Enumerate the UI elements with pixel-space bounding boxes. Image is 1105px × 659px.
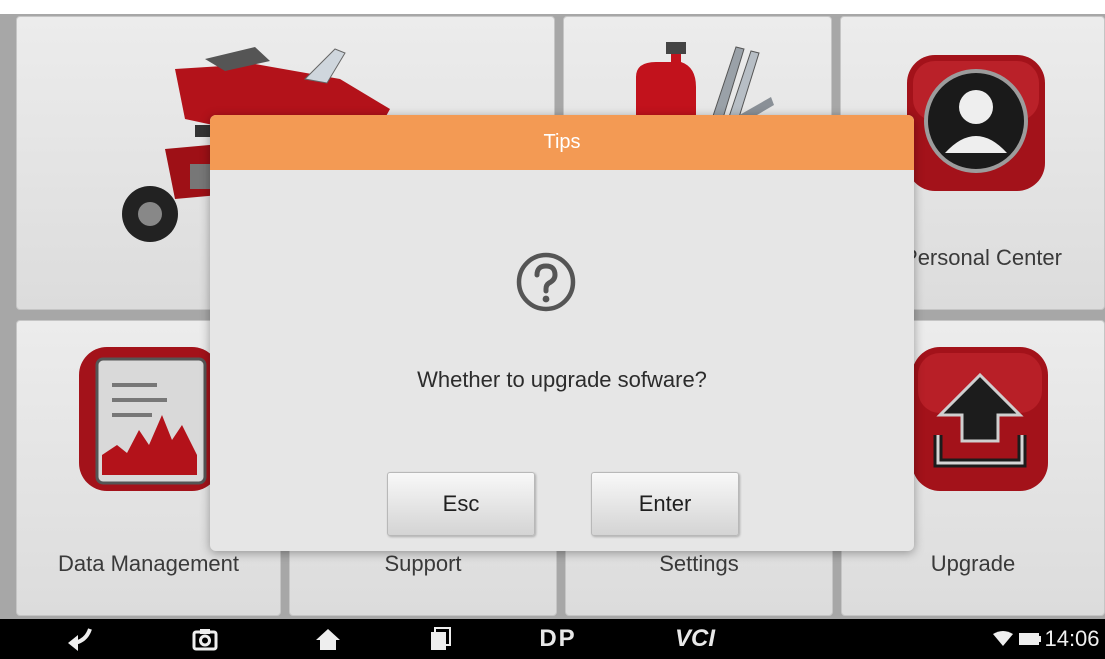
battery-icon bbox=[1018, 619, 1042, 659]
camera-icon[interactable] bbox=[185, 619, 225, 659]
back-icon[interactable] bbox=[60, 619, 100, 659]
data-management-icon bbox=[79, 347, 220, 491]
dialog-message: Whether to upgrade sofware? bbox=[417, 367, 707, 392]
dp-button[interactable]: DP bbox=[528, 619, 588, 659]
dp-label: DP bbox=[539, 625, 577, 652]
tile-settings-label: Settings bbox=[659, 551, 739, 576]
upgrade-tips-dialog: Tips Whether to upgrade sofware? Esc Ent… bbox=[210, 115, 914, 551]
question-circle-icon bbox=[516, 252, 576, 312]
vci-button[interactable]: VCI bbox=[660, 619, 730, 659]
status-clock: 14:06 bbox=[1042, 619, 1102, 659]
home-icon[interactable] bbox=[308, 619, 348, 659]
tile-support-label: Support bbox=[384, 551, 462, 576]
vci-label: VCI bbox=[674, 625, 715, 652]
recent-apps-icon[interactable] bbox=[420, 619, 460, 659]
clock-time: 14:06 bbox=[1044, 626, 1100, 651]
esc-button[interactable]: Esc bbox=[387, 472, 535, 536]
wifi-icon bbox=[990, 619, 1016, 659]
personal-center-icon bbox=[907, 55, 1045, 191]
dialog-header: Tips bbox=[210, 115, 914, 170]
tile-data-management-label: Data Management bbox=[58, 551, 239, 576]
system-nav-bar: DP VCI 14:06 bbox=[0, 619, 1105, 659]
enter-button[interactable]: Enter bbox=[591, 472, 739, 536]
dialog-title: Tips bbox=[543, 131, 581, 153]
tile-upgrade-label: Upgrade bbox=[930, 551, 1016, 576]
upgrade-icon bbox=[912, 347, 1048, 491]
top-title-strip bbox=[0, 0, 1105, 14]
